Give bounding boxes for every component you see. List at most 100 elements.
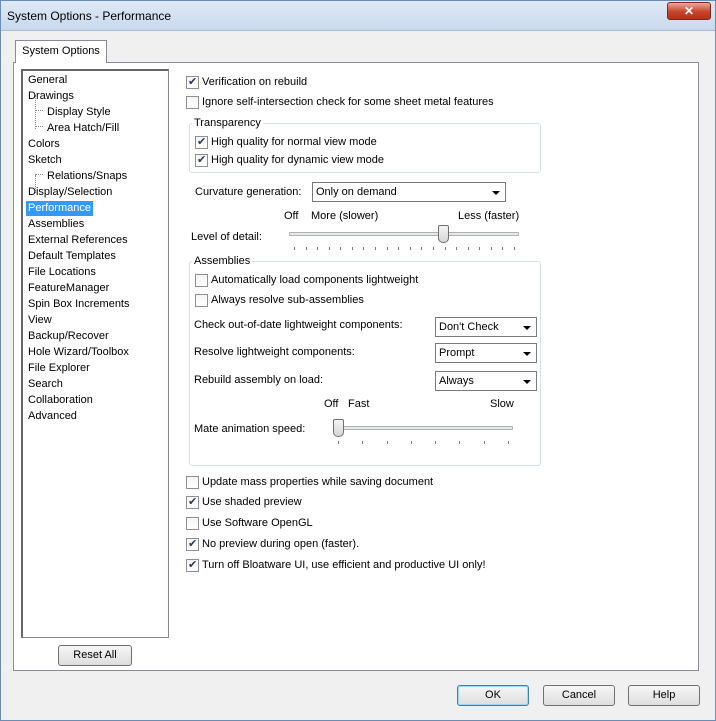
mate-off-label: Off (324, 398, 339, 410)
tree-item-featuremanager[interactable]: FeatureManager (28, 281, 109, 296)
slider-tick (340, 247, 342, 250)
checkbox-label: Turn off Bloatware UI, use efficient and… (202, 559, 486, 571)
slider-tick (479, 247, 481, 250)
checkbox-box[interactable] (195, 274, 208, 287)
slider-tick (410, 441, 412, 444)
checkbox-box[interactable] (186, 96, 199, 109)
select-value: Prompt (439, 347, 475, 359)
tree-item-search[interactable]: Search (28, 377, 63, 392)
close-button[interactable]: ✕ (667, 2, 711, 20)
tree-item-default-templates[interactable]: Default Templates (28, 249, 116, 264)
tree-item-spin-box-increments[interactable]: Spin Box Increments (28, 297, 130, 312)
level-of-detail-slider[interactable] (437, 225, 449, 243)
tree-item-hole-wizard-toolbox[interactable]: Hole Wizard/Toolbox (28, 345, 129, 360)
tree-item-relations-snaps[interactable]: Relations/Snaps (47, 169, 127, 184)
checkbox-box[interactable] (186, 75, 199, 89)
tree-item-external-references[interactable]: External References (28, 233, 128, 248)
checkbox-label: High quality for normal view mode (211, 136, 377, 148)
tree-item-collaboration[interactable]: Collaboration (28, 393, 93, 408)
slider-tick (386, 247, 388, 250)
tree-connector (35, 110, 43, 111)
tree-item-colors[interactable]: Colors (28, 137, 60, 152)
slider-tick (467, 247, 469, 250)
select-value: Only on demand (316, 186, 397, 198)
checkbox-box[interactable] (186, 495, 199, 509)
slider-tick (456, 247, 458, 250)
ok-button[interactable]: OK (457, 685, 529, 706)
checkbox-box[interactable] (195, 135, 208, 149)
checkbox-label: Use shaded preview (202, 496, 302, 508)
slider-tick (338, 441, 339, 444)
slider-tick (435, 441, 437, 444)
detail-off-label: Off (284, 210, 299, 222)
slider-tick (483, 441, 485, 444)
window-title: System Options - Performance (7, 9, 172, 23)
mate-animation-track[interactable] (333, 426, 513, 430)
checkbox-label: Update mass properties while saving docu… (202, 476, 434, 488)
select-value: Always (439, 375, 474, 387)
help-label: Help (652, 689, 676, 701)
chevron-down-icon (523, 326, 531, 330)
tree-connector (35, 126, 43, 127)
slider-tick (386, 441, 388, 444)
tree-item-area-hatch-fill[interactable]: Area Hatch/Fill (47, 121, 119, 136)
tree-item-backup-recover[interactable]: Backup/Recover (28, 329, 109, 344)
checkbox-box[interactable] (195, 294, 208, 307)
tree-item-file-locations[interactable]: File Locations (28, 265, 96, 280)
tab-label: System Options (22, 45, 100, 57)
tree-item-file-explorer[interactable]: File Explorer (28, 361, 90, 376)
checkbox-box[interactable] (186, 517, 199, 530)
help-button[interactable]: Help (628, 685, 700, 706)
slider-tick (362, 441, 364, 444)
detail-less-label: Less (faster) (458, 210, 520, 222)
slider-tick (444, 247, 446, 250)
tree-item-general[interactable]: General (28, 73, 67, 88)
reset-all-label: Reset All (73, 649, 117, 661)
select-value: Don't Check (439, 321, 499, 333)
rebuild-on-load-select[interactable]: Always (435, 371, 537, 391)
tree-item-display-selection[interactable]: Display/Selection (28, 185, 112, 200)
tree-item-view[interactable]: View (28, 313, 52, 328)
tree-item-performance[interactable]: Performance (26, 201, 93, 216)
check-out-of-date-select[interactable]: Don't Check (435, 317, 537, 337)
cancel-button[interactable]: Cancel (543, 685, 615, 706)
checkbox-box[interactable] (186, 558, 199, 572)
checkbox-label: Automatically load components lightweigh… (211, 274, 419, 286)
slider-tick (490, 247, 492, 250)
curvature-generation-select[interactable]: Only on demand (312, 182, 506, 202)
detail-more-label: More (slower) (311, 210, 379, 222)
slider-tick (305, 247, 307, 250)
tree-item-display-style[interactable]: Display Style (47, 105, 111, 120)
resolve-lightweight-select[interactable]: Prompt (435, 343, 537, 363)
checkbox-box[interactable] (186, 537, 199, 551)
mate-animation-slider[interactable] (333, 419, 344, 437)
slider-tick (375, 247, 377, 250)
checkbox-label: Always resolve sub-assemblies (211, 294, 364, 306)
tree-item-sketch[interactable]: Sketch (28, 153, 62, 168)
tree-item-assemblies[interactable]: Assemblies (28, 217, 84, 232)
chevron-down-icon (523, 380, 531, 384)
tree-item-advanced[interactable]: Advanced (28, 409, 77, 424)
tree-item-drawings[interactable]: Drawings (28, 89, 74, 104)
title-bar[interactable]: System Options - Performance ✕ (1, 1, 715, 31)
checkbox-label: Use Software OpenGL (202, 517, 313, 529)
close-icon: ✕ (683, 4, 695, 18)
ok-label: OK (485, 689, 501, 701)
slider-tick (514, 247, 515, 250)
rebuild-on-load-label: Rebuild assembly on load: (194, 374, 324, 386)
slider-tick (363, 247, 365, 250)
slider-tick (459, 441, 461, 444)
slider-tick (398, 247, 400, 250)
tree-connector (35, 174, 43, 175)
checkbox-box[interactable] (186, 476, 199, 489)
tab-system-options[interactable]: System Options (15, 40, 107, 63)
checkbox-box[interactable] (195, 153, 208, 167)
slider-tick (328, 247, 330, 250)
slider-tick (421, 247, 423, 250)
checkbox-label: High quality for dynamic view mode (211, 154, 385, 166)
options-tree[interactable]: General Drawings Display Style Area Hatc… (21, 69, 169, 638)
reset-all-button[interactable]: Reset All (58, 645, 132, 666)
slider-tick (508, 441, 509, 444)
level-of-detail-track[interactable] (289, 232, 519, 236)
checkbox-label: Ignore self-intersection check for some … (202, 96, 494, 108)
